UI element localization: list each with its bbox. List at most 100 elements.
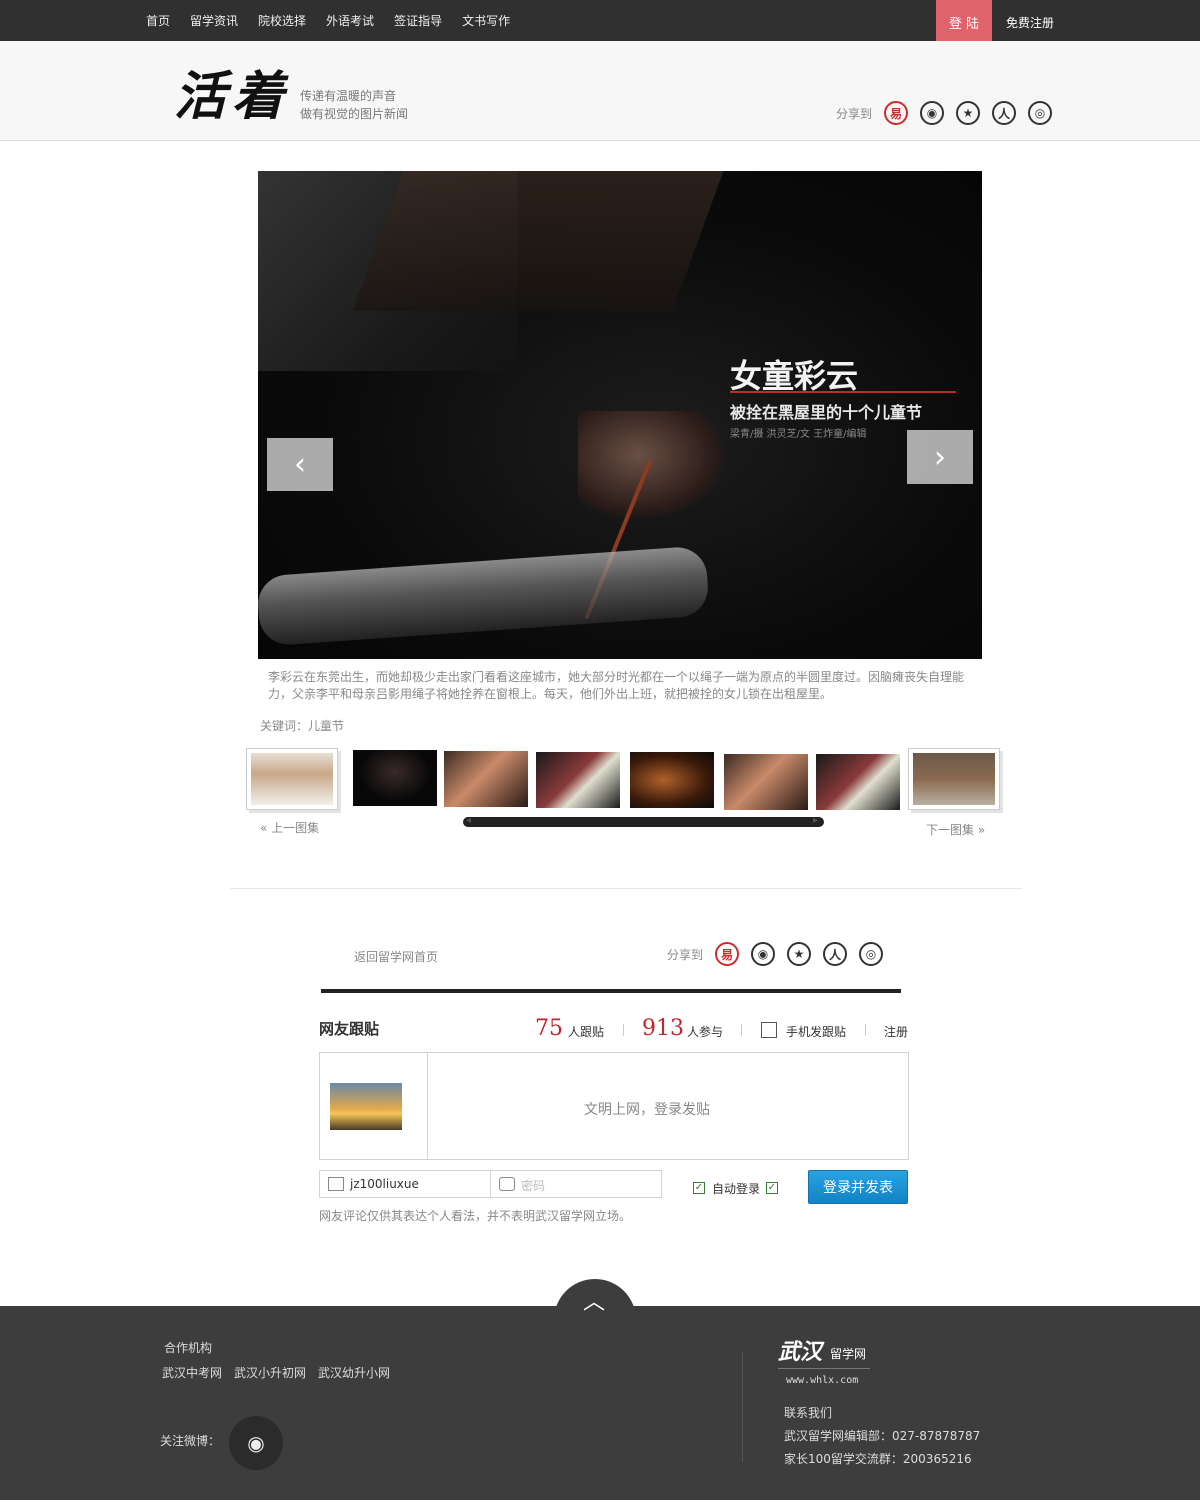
auto-login-label: 自动登录 [712, 1182, 761, 1196]
photo-keywords[interactable]: 关键词：儿童节 [260, 717, 344, 734]
free-register-link[interactable]: 免费注册 [1006, 14, 1054, 31]
thumbnail-image [913, 753, 995, 805]
separator [623, 1024, 624, 1036]
partner-link[interactable]: 武汉小升初网 [234, 1364, 306, 1381]
username-value: jz100liuxue [350, 1177, 419, 1191]
thumbnail-5[interactable] [724, 754, 808, 810]
nav-home[interactable]: 首页 [146, 12, 170, 29]
lock-icon [499, 1177, 515, 1191]
thumbnail-4[interactable] [630, 752, 714, 808]
thumbnail-3[interactable] [536, 752, 620, 808]
photo-girl [578, 411, 728, 521]
scroll-left-icon[interactable]: ◂ [466, 815, 471, 826]
comments-disclaimer: 网友评论仅供其表达个人看法，并不表明武汉留学网立场。 [319, 1209, 632, 1223]
share-label: 分享到 [836, 106, 873, 121]
share-label: 分享到 [667, 947, 704, 962]
next-set-label: 下一图集 [926, 823, 975, 837]
separator [865, 1024, 866, 1036]
user-avatar [330, 1083, 402, 1130]
followers-label: 人跟贴 [568, 1025, 605, 1039]
login-and-post-button[interactable]: 登录并发表 [808, 1170, 908, 1204]
photo-overlay-rule [730, 391, 956, 393]
main-nav: 首页 留学资讯 院校选择 外语考试 签证指导 文书写作 [146, 0, 530, 41]
renren-icon[interactable]: 人 [823, 942, 848, 966]
followers-count: 75 [535, 1016, 563, 1041]
participants-label: 人参与 [687, 1025, 724, 1039]
prev-set-link[interactable]: « 上一图集 [260, 819, 319, 836]
thumbnail-scrollbar[interactable] [463, 817, 824, 827]
participants-count: 913 [642, 1016, 684, 1041]
back-home-link[interactable]: 返回留学网首页 [354, 948, 438, 965]
chevron-left-icon: ‹ [294, 447, 306, 482]
extra-checkbox[interactable]: ✓ [766, 1182, 778, 1194]
header-share-group: 分享到 易 ◉ ★ 人 ◎ [836, 101, 1053, 125]
double-chevron-right-icon: » [977, 823, 986, 837]
separator [741, 1024, 742, 1036]
prev-set-label: 上一图集 [271, 821, 320, 835]
envelope-icon [328, 1177, 344, 1191]
photo-caption: 李彩云在东莞出生，而她却极少走出家门看看这座城市，她大部分时光都在一个以绳子一端… [268, 670, 965, 701]
prev-photo-button[interactable]: ‹ [267, 438, 333, 491]
partners-title: 合作机构 [164, 1341, 213, 1355]
renren-icon[interactable]: 人 [992, 101, 1017, 125]
thumbnail-1[interactable] [353, 750, 437, 806]
comments-title: 网友跟贴 [319, 1020, 380, 1038]
nav-visa-guide[interactable]: 签证指导 [394, 12, 442, 29]
comments-register-link[interactable]: 注册 [884, 1023, 908, 1040]
section-divider [230, 888, 1022, 889]
comment-box: 文明上网，登录发贴 [319, 1052, 909, 1160]
sina-weibo-icon[interactable]: ◉ [751, 942, 776, 966]
avatar-cell [320, 1053, 428, 1159]
thumbnail-2[interactable] [444, 751, 528, 807]
contact-group: 家长100留学交流群：200365216 [784, 1452, 972, 1466]
star-icon[interactable]: ★ [956, 101, 981, 125]
kaixin-icon[interactable]: ◎ [1028, 101, 1053, 125]
weibo-icon[interactable]: ◉ [229, 1416, 283, 1470]
mobile-phone-icon [761, 1022, 777, 1038]
nav-study-news[interactable]: 留学资讯 [190, 12, 238, 29]
contact-editor: 武汉留学网编辑部：027-87878787 [784, 1429, 981, 1443]
comments-top-rule [321, 989, 901, 993]
prev-set-thumbnail[interactable] [246, 748, 338, 810]
next-set-link[interactable]: 下一图集 » [926, 821, 985, 838]
nav-language-exam[interactable]: 外语考试 [326, 12, 374, 29]
thumbnail-6[interactable] [816, 754, 900, 810]
partner-link[interactable]: 武汉幼升小网 [318, 1364, 390, 1381]
photo-bed-frame [352, 171, 724, 311]
partner-link[interactable]: 武汉中考网 [162, 1364, 222, 1381]
scroll-right-icon[interactable]: ▸ [813, 815, 818, 826]
login-button[interactable]: 登 陆 [936, 0, 992, 45]
footer-logo-rule [778, 1368, 870, 1369]
netease-weibo-icon[interactable]: 易 [884, 101, 909, 125]
nav-school-select[interactable]: 院校选择 [258, 12, 306, 29]
partner-links: 武汉中考网 武汉小升初网 武汉幼升小网 [162, 1364, 402, 1381]
contact-title: 联系我们 [784, 1406, 833, 1420]
chevron-up-icon[interactable]: ︿ [580, 1292, 608, 1314]
gallery-photo[interactable]: 女童彩云 被拴在黑屋里的十个儿童节 梁青/摄 洪灵芝/文 王炸童/编辑 [258, 171, 982, 659]
thumbnail-image [251, 753, 333, 805]
photo-overlay-credit: 梁青/摄 洪灵芝/文 王炸童/编辑 [730, 429, 867, 440]
password-placeholder: 密码 [521, 1179, 546, 1193]
chevron-right-icon: › [934, 439, 946, 475]
mobile-post-link[interactable]: 手机发跟贴 [786, 1023, 846, 1040]
username-field[interactable]: jz100liuxue [319, 1170, 491, 1198]
auto-login-checkbox[interactable]: ✓ [693, 1182, 705, 1194]
sina-weibo-icon[interactable]: ◉ [920, 101, 945, 125]
footer-logo: 武汉 [778, 1339, 823, 1365]
follow-weibo-label: 关注微博： [160, 1434, 221, 1448]
comment-textarea[interactable]: 文明上网，登录发贴 [584, 1099, 710, 1119]
star-icon[interactable]: ★ [787, 942, 812, 966]
slogan: 传递有温暖的声音 做有视觉的图片新闻 [300, 87, 408, 123]
next-photo-button[interactable]: › [907, 430, 973, 484]
footer-url: www.whlx.com [786, 1375, 859, 1386]
double-chevron-left-icon: « [260, 821, 268, 835]
password-field[interactable]: 密码 [490, 1170, 662, 1198]
kaixin-icon[interactable]: ◎ [859, 942, 884, 966]
bottom-share-group: 分享到 易 ◉ ★ 人 ◎ [667, 942, 884, 966]
nav-document-writing[interactable]: 文书写作 [462, 12, 510, 29]
next-set-thumbnail[interactable] [908, 748, 1000, 810]
netease-weibo-icon[interactable]: 易 [715, 942, 740, 966]
site-logo[interactable]: 活着 [174, 67, 290, 127]
slogan-line-1: 传递有温暖的声音 [300, 89, 397, 103]
site-header: 活着 传递有温暖的声音 做有视觉的图片新闻 [0, 41, 1200, 141]
